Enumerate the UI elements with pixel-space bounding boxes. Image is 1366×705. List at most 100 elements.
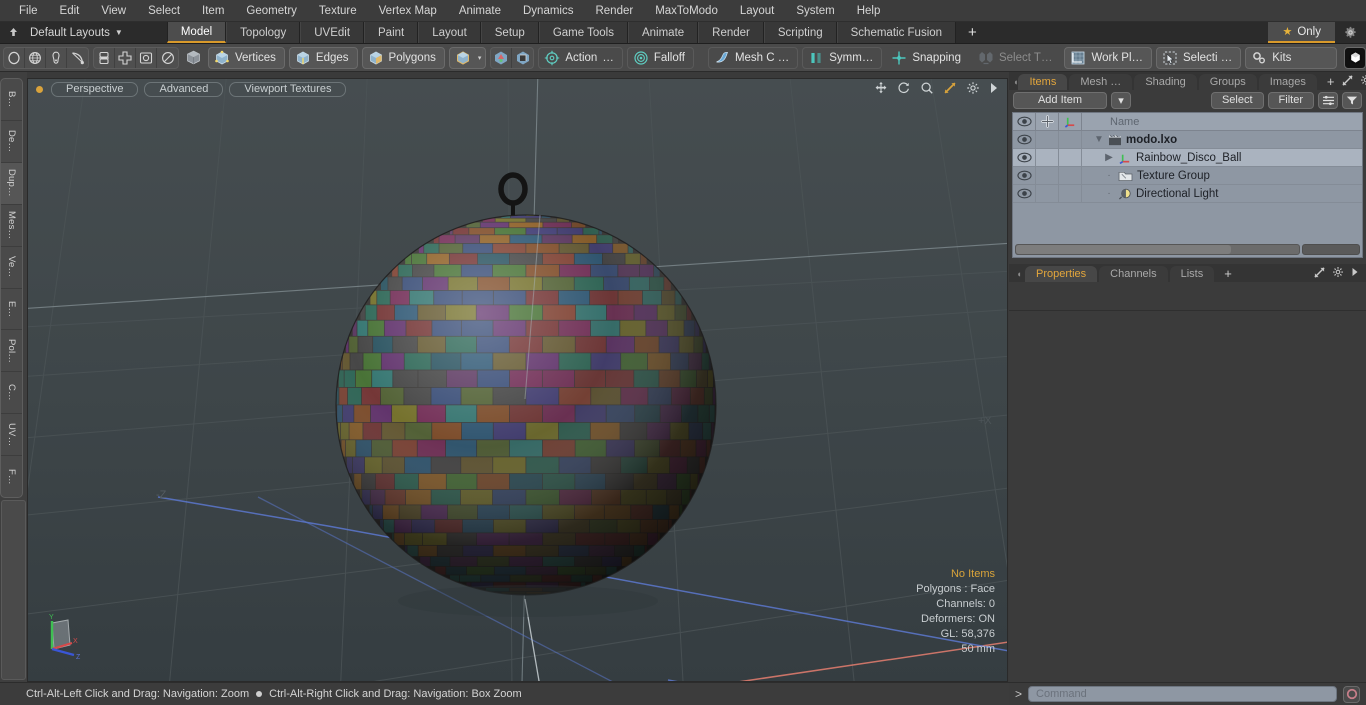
menu-item-render[interactable]: Render [584, 0, 644, 22]
left-tab-deform[interactable]: De… [1, 121, 22, 163]
home-layout-icon[interactable] [0, 22, 26, 43]
layout-preset-dropdown[interactable]: Default Layouts ▼ [26, 22, 133, 43]
tab-images[interactable]: Images [1258, 74, 1317, 90]
select-button[interactable]: Select [1210, 91, 1264, 109]
cube-icon[interactable] [183, 48, 204, 68]
menu-item-layout[interactable]: Layout [729, 0, 786, 22]
tab-render[interactable]: Render [698, 22, 764, 43]
falloff-button[interactable]: Falloff [626, 46, 694, 69]
pan-icon[interactable] [874, 81, 888, 95]
chevron-down-icon[interactable]: ▾ [478, 54, 482, 62]
menu-item-select[interactable]: Select [137, 0, 191, 22]
item-row-mesh[interactable]: ▶ Rainbow_Disco_Ball [1082, 149, 1362, 166]
tab-lists[interactable]: Lists [1169, 266, 1215, 282]
expand-triangle-icon[interactable]: ▼ [1094, 134, 1104, 145]
gear-icon[interactable] [1335, 22, 1366, 43]
tab-mesh-ops[interactable]: Mesh … [1069, 74, 1133, 90]
modo-logo-icon[interactable] [1344, 46, 1366, 69]
menu-item-item[interactable]: Item [191, 0, 235, 22]
properties-gear-icon[interactable] [1332, 266, 1344, 281]
row-visibility-toggle[interactable] [1013, 131, 1036, 148]
item-tree[interactable]: Name ▼ modo.lxo ▶ Rainbow_Disco_Ball · T… [1012, 112, 1363, 258]
menu-item-dynamics[interactable]: Dynamics [512, 0, 584, 22]
menu-item-system[interactable]: System [785, 0, 845, 22]
menu-item-animate[interactable]: Animate [448, 0, 512, 22]
menu-item-vertex-map[interactable]: Vertex Map [368, 0, 448, 22]
symmetry-button[interactable]: Symm… [802, 46, 883, 69]
panel-grip-icon[interactable]: ◖ [1013, 266, 1025, 282]
left-tab-vertex[interactable]: Ve… [1, 247, 22, 289]
record-icon[interactable] [1343, 685, 1360, 703]
tab-paint[interactable]: Paint [364, 22, 419, 43]
add-icon[interactable] [1036, 113, 1059, 130]
mesh-constraint-button[interactable]: Mesh C … [707, 46, 799, 69]
expand-properties-icon[interactable] [1314, 266, 1325, 281]
row-lock-cell[interactable] [1036, 185, 1059, 202]
properties-more-icon[interactable] [1351, 267, 1359, 280]
tab-setup[interactable]: Setup [480, 22, 539, 43]
expand-panel-icon[interactable] [1342, 74, 1354, 89]
viewport-settings-icon[interactable] [966, 81, 980, 95]
row-lock-cell[interactable] [1036, 167, 1059, 184]
table-row[interactable]: ▼ modo.lxo [1013, 131, 1362, 149]
left-tab-curve[interactable]: C… [1, 372, 22, 415]
add-panel-tab-button[interactable]: + [1319, 74, 1343, 90]
selection-mode-edges[interactable]: Edges [288, 46, 358, 69]
tab-game-tools[interactable]: Game Tools [538, 22, 628, 43]
tab-scripting[interactable]: Scripting [763, 22, 837, 43]
globe-icon[interactable] [25, 47, 46, 68]
zoom-icon[interactable] [920, 81, 934, 95]
action-center-button[interactable]: Action … [538, 46, 623, 69]
item-tree-scrollbar[interactable] [1015, 244, 1360, 255]
row-transform-cell[interactable] [1059, 149, 1082, 166]
add-bottom-tab-button[interactable]: + [1216, 266, 1240, 282]
only-toggle-button[interactable]: ★ Only [1268, 22, 1335, 43]
fit-icon[interactable] [943, 81, 957, 95]
list-options-icon[interactable] [1318, 91, 1338, 109]
bevel-icon[interactable] [136, 47, 157, 68]
viewport-canvas[interactable]: -Z +X [28, 79, 1008, 682]
panel-gear-icon[interactable] [1360, 74, 1366, 89]
curve-icon[interactable] [67, 48, 88, 68]
selection-set-button[interactable]: Selecti … [1156, 46, 1242, 69]
tab-schematic-fusion[interactable]: Schematic Fusion [836, 22, 957, 43]
pen-icon[interactable] [46, 47, 67, 68]
viewport-more-icon[interactable] [989, 82, 999, 94]
viewport-textures-toggle[interactable]: Viewport Textures [229, 81, 347, 97]
item-row-scene[interactable]: ▼ modo.lxo [1082, 131, 1362, 148]
kits-button[interactable]: Kits [1245, 46, 1338, 69]
menu-item-help[interactable]: Help [846, 0, 892, 22]
mirror-icon[interactable] [94, 47, 115, 68]
snapping-button[interactable]: Snapping [886, 47, 969, 69]
row-visibility-toggle[interactable] [1013, 185, 1036, 202]
menu-item-file[interactable]: File [8, 0, 49, 22]
menu-item-texture[interactable]: Texture [308, 0, 368, 22]
viewport-3d[interactable]: -Z +X Perspective Advanced Viewport Text… [27, 78, 1008, 682]
filter-button[interactable]: Filter [1267, 91, 1314, 109]
tab-properties[interactable]: Properties [1025, 266, 1098, 282]
table-row[interactable]: · Directional Light [1013, 185, 1362, 203]
row-lock-cell[interactable] [1036, 131, 1059, 148]
left-tab-mesh-edit[interactable]: Mes… [1, 205, 22, 247]
tab-layout[interactable]: Layout [418, 22, 481, 43]
table-row[interactable]: ▶ Rainbow_Disco_Ball [1013, 149, 1362, 167]
axis-gizmo[interactable]: Y X Z [38, 611, 94, 661]
selection-mode-vertices[interactable]: Vertices [208, 46, 285, 69]
tab-animate[interactable]: Animate [627, 22, 699, 43]
select-through-button[interactable]: Select T… [973, 47, 1060, 69]
collapse-triangle-icon[interactable]: ▶ [1104, 152, 1114, 163]
left-tab-polygon[interactable]: Pol… [1, 330, 22, 373]
circle-icon[interactable] [4, 47, 25, 68]
array-icon[interactable] [115, 47, 136, 68]
menu-item-geometry[interactable]: Geometry [235, 0, 308, 22]
viewport-shading-preset[interactable]: Advanced [144, 81, 224, 97]
row-transform-cell[interactable] [1059, 131, 1082, 148]
left-tab-uv[interactable]: UV… [1, 414, 22, 457]
center-axis-icon[interactable] [512, 48, 533, 68]
rotate-icon[interactable] [897, 81, 911, 95]
add-item-dropdown[interactable]: ▾ [1110, 91, 1131, 109]
tab-channels[interactable]: Channels [1099, 266, 1168, 282]
tab-items[interactable]: Items [1018, 74, 1068, 90]
add-item-button[interactable]: Add Item [1013, 91, 1107, 109]
row-transform-cell[interactable] [1059, 167, 1082, 184]
